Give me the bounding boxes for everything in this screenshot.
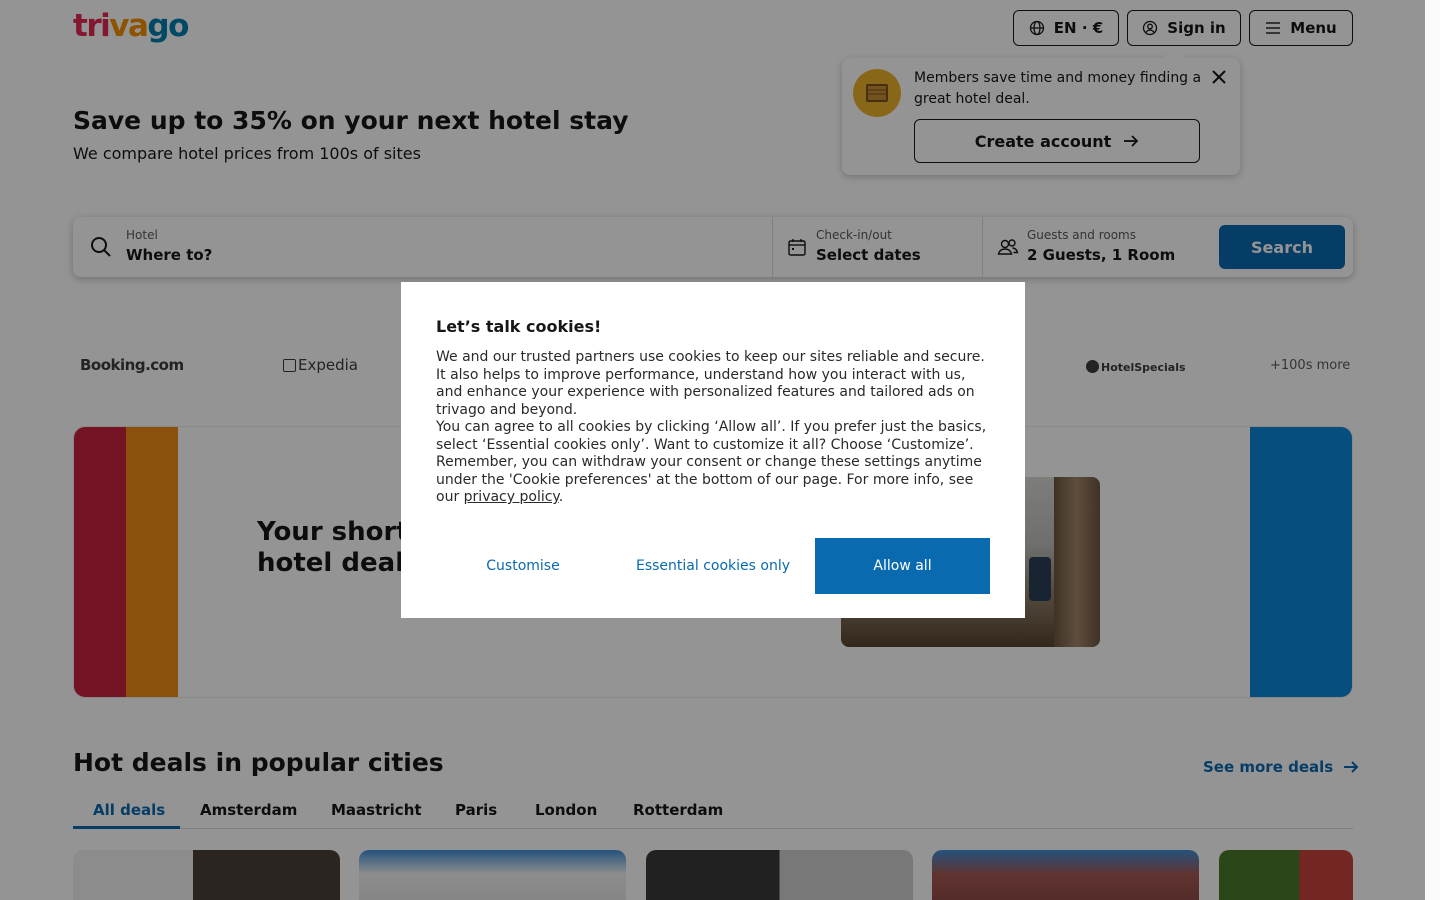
cookie-title: Let’s talk cookies!	[436, 317, 602, 336]
privacy-policy-link[interactable]: privacy policy	[464, 489, 559, 505]
essential-cookies-button[interactable]: Essential cookies only	[626, 538, 800, 594]
cookie-description: We and our trusted partners use cookies …	[436, 349, 992, 507]
allow-all-button[interactable]: Allow all	[815, 538, 990, 594]
cookie-paragraph-2-end: .	[558, 489, 564, 505]
cookie-paragraph-1: We and our trusted partners use cookies …	[436, 349, 985, 418]
cookie-consent-dialog: Let’s talk cookies! We and our trusted p…	[401, 282, 1025, 618]
customise-button[interactable]: Customise	[436, 538, 610, 594]
scrollbar[interactable]	[1425, 0, 1440, 900]
cookie-paragraph-2: You can agree to all cookies by clicking…	[436, 419, 992, 507]
